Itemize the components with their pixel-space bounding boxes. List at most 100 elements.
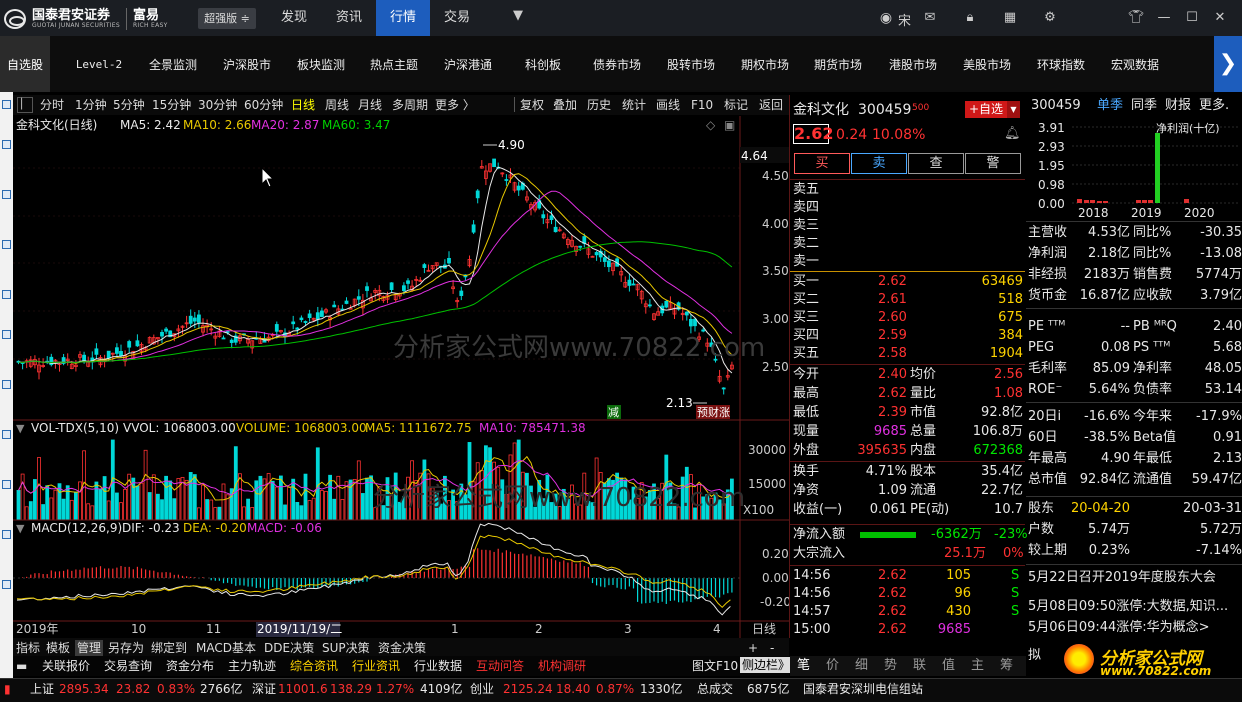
fin-tab-quarter[interactable]: 单季: [1097, 96, 1123, 116]
period-5min[interactable]: 5分钟: [113, 96, 145, 114]
quote-tab-6[interactable]: 主: [971, 657, 984, 675]
mail-icon[interactable]: ✉: [922, 10, 938, 26]
nav2-us[interactable]: 美股市场: [960, 36, 1014, 92]
link-trade-query[interactable]: 交易查询: [104, 658, 152, 674]
quote-tab-4[interactable]: 联: [913, 657, 926, 675]
quote-tab-1[interactable]: 价: [826, 657, 839, 675]
link-related-quote[interactable]: 关联报价: [42, 658, 90, 674]
tab-macd-basic[interactable]: MACD基本: [196, 640, 256, 656]
news-item[interactable]: 5月22日召开2019年度股东大会: [1028, 568, 1216, 588]
tool-icon[interactable]: [2, 530, 11, 539]
grid-icon[interactable]: ▦: [1002, 10, 1018, 26]
fin-tab-same-quarter[interactable]: 同季: [1131, 96, 1157, 116]
remove-indicator-icon[interactable]: -: [770, 640, 774, 656]
tool-icon[interactable]: [2, 580, 11, 589]
lock-icon[interactable]: 🔒︎: [962, 10, 978, 26]
collapse-icon[interactable]: ▏: [17, 97, 33, 113]
tool-history[interactable]: 历史: [587, 96, 611, 114]
query-button[interactable]: 查: [908, 153, 964, 174]
gear-icon[interactable]: ⚙: [1042, 10, 1058, 26]
tool-icon[interactable]: [2, 290, 11, 299]
tool-back[interactable]: 返回: [759, 96, 783, 114]
nav2-sector[interactable]: 板块监测: [294, 36, 348, 92]
nav2-bonds[interactable]: 债券市场: [590, 36, 644, 92]
minimize-icon[interactable]: —: [1156, 10, 1172, 26]
period-1min[interactable]: 1分钟: [75, 96, 107, 114]
link-news[interactable]: 综合资讯: [290, 658, 338, 674]
tool-draw[interactable]: 画线: [656, 96, 680, 114]
nav2-panorama[interactable]: 全景监测: [146, 36, 200, 92]
nav2-macro[interactable]: 宏观数据: [1108, 36, 1162, 92]
nav2-level2[interactable]: Level-2: [70, 36, 128, 92]
tool-icon[interactable]: [2, 480, 11, 489]
nav2-connect[interactable]: 沪深港通: [441, 36, 495, 92]
quote-tab-7[interactable]: 筹: [1000, 657, 1013, 675]
topnav-market[interactable]: 行情: [376, 0, 430, 36]
link-main-track[interactable]: 主力轨迹: [228, 658, 276, 674]
tab-sup[interactable]: SUP决策: [322, 640, 370, 656]
link-research[interactable]: 机构调研: [538, 658, 586, 674]
maximize-icon[interactable]: ☐: [1184, 10, 1200, 26]
period-60min[interactable]: 60分钟: [244, 96, 283, 114]
link-qa[interactable]: 互动问答: [476, 658, 524, 674]
link-f10[interactable]: 图文F10: [692, 658, 738, 674]
topnav-more-caret-icon[interactable]: ▼: [510, 8, 526, 24]
quote-tab-2[interactable]: 细: [855, 657, 868, 675]
tab-manage[interactable]: 管理: [75, 640, 104, 656]
period-weekly[interactable]: 周线: [325, 96, 349, 114]
quote-tab-5[interactable]: 值: [942, 657, 955, 675]
sell-button[interactable]: 卖: [851, 153, 907, 174]
tool-icon[interactable]: [2, 140, 11, 149]
tool-adjust[interactable]: 复权: [520, 96, 544, 114]
period-multi[interactable]: 多周期: [392, 96, 428, 114]
fin-tab-report[interactable]: 财报: [1165, 96, 1191, 116]
tool-stats[interactable]: 统计: [622, 96, 646, 114]
link-fund-dist[interactable]: 资金分布: [166, 658, 214, 674]
fin-tab-more[interactable]: 更多.: [1199, 96, 1229, 116]
tab-indicator[interactable]: 指标: [16, 640, 40, 656]
tool-mark[interactable]: 标记: [724, 96, 748, 114]
alert-button[interactable]: 警: [965, 153, 1021, 174]
link-industry-news[interactable]: 行业资讯: [352, 658, 400, 674]
sidebar-toggle[interactable]: 侧边栏》: [740, 657, 793, 673]
nav2-hot-topics[interactable]: 热点主题: [367, 36, 421, 92]
period-daily[interactable]: 日线: [291, 96, 315, 114]
skin-icon[interactable]: 👕︎: [1128, 10, 1145, 26]
tool-icon[interactable]: [2, 330, 11, 339]
period-15min[interactable]: 15分钟: [152, 96, 191, 114]
tab-template[interactable]: 模板: [46, 640, 70, 656]
topnav-trade[interactable]: 交易: [430, 0, 484, 36]
nav2-futures[interactable]: 期货市场: [811, 36, 865, 92]
tool-icon[interactable]: [2, 380, 11, 389]
nav2-hk[interactable]: 港股市场: [886, 36, 940, 92]
nav2-neeq[interactable]: 股转市场: [664, 36, 718, 92]
quote-tab-3[interactable]: 势: [884, 657, 897, 675]
buy-button[interactable]: 买: [794, 153, 850, 174]
nav2-star-market[interactable]: 科创板: [516, 36, 570, 92]
link-industry-data[interactable]: 行业数据: [414, 658, 462, 674]
add-indicator-icon[interactable]: +: [748, 640, 758, 656]
nav2-global-index[interactable]: 环球指数: [1034, 36, 1088, 92]
news-item[interactable]: 5月06日09:44涨停:华为概念>: [1028, 618, 1210, 638]
tool-overlay[interactable]: 叠加: [553, 96, 577, 114]
period-intraday[interactable]: 分时: [40, 96, 64, 114]
version-selector[interactable]: 超强版 ≑: [198, 8, 256, 29]
period-more[interactable]: 更多 〉: [435, 96, 475, 114]
quote-tab-0[interactable]: 笔: [797, 657, 810, 675]
link-menu-icon[interactable]: ▬: [16, 658, 27, 674]
nav2-sh-sz[interactable]: 沪深股市: [220, 36, 274, 92]
nav2-next-arrow-icon[interactable]: ❯: [1214, 36, 1242, 92]
topnav-news[interactable]: 资讯: [322, 0, 376, 36]
bell-icon[interactable]: 🔔︎: [1004, 126, 1021, 141]
tab-fund[interactable]: 资金决策: [378, 640, 426, 656]
period-monthly[interactable]: 月线: [358, 96, 382, 114]
tool-f10[interactable]: F10: [691, 96, 713, 114]
tab-save-as[interactable]: 另存为: [108, 640, 144, 656]
tool-icon[interactable]: [2, 240, 11, 249]
kline-chart[interactable]: 金科文化(日线) MA5: 2.42 MA10: 2.66 MA20: 2.87…: [13, 116, 789, 638]
tab-bind[interactable]: 绑定到: [151, 640, 187, 656]
tool-icon[interactable]: [2, 190, 11, 199]
tool-icon[interactable]: [2, 100, 11, 109]
nav2-watchlist[interactable]: 自选股: [0, 36, 50, 92]
close-icon[interactable]: ✕: [1212, 10, 1228, 26]
